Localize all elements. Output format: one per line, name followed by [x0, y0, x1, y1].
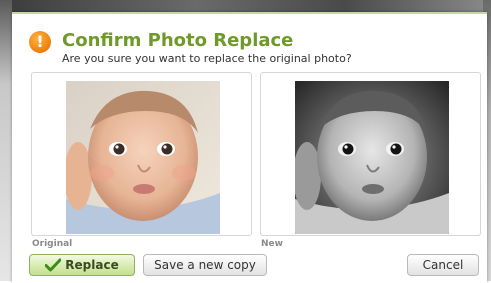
original-caption: Original — [32, 239, 73, 249]
confirm-photo-replace-dialog: ! Confirm Photo Replace Are you sure you… — [12, 12, 487, 283]
new-photo-panel — [260, 72, 481, 236]
dialog-title: Confirm Photo Replace — [62, 30, 294, 51]
new-photo — [295, 81, 449, 234]
original-photo-panel — [31, 72, 252, 236]
original-photo — [66, 81, 220, 234]
replace-button[interactable]: Replace — [29, 254, 135, 276]
background-window-left — [0, 0, 12, 281]
warning-icon: ! — [29, 31, 51, 53]
dialog-subtitle: Are you sure you want to replace the ori… — [62, 52, 352, 65]
replace-button-label: Replace — [65, 258, 119, 272]
checkmark-icon — [44, 258, 62, 272]
save-new-copy-label: Save a new copy — [154, 258, 256, 272]
new-caption: New — [261, 239, 283, 249]
cancel-button-label: Cancel — [422, 258, 464, 272]
save-new-copy-button[interactable]: Save a new copy — [143, 254, 267, 276]
cancel-button[interactable]: Cancel — [407, 254, 479, 276]
